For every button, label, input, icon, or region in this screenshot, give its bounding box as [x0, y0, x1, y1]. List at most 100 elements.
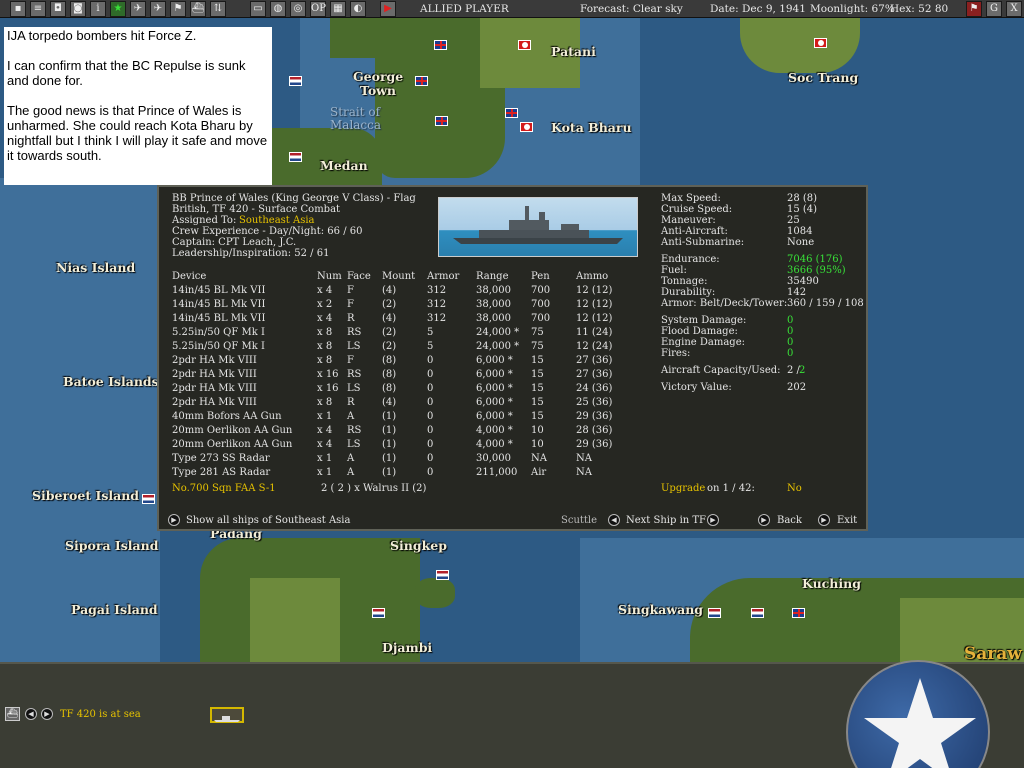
back-button[interactable]: Back — [777, 515, 802, 526]
city-singkep[interactable]: Singkep — [390, 538, 447, 553]
device-cell-dev: 14in/45 BL Mk VII — [172, 284, 266, 296]
cruise-speed-label: Cruise Speed: — [661, 204, 733, 215]
tonnage-label: Tonnage: — [661, 276, 708, 287]
uk-unit-icon[interactable] — [792, 608, 805, 618]
island-nias[interactable]: Nias Island — [56, 260, 135, 275]
col-face: Face — [347, 270, 371, 282]
table-row[interactable]: 40mm Bofors AA Gun x 1 A (1) 0 6,000 * 15 29 (3… — [172, 409, 636, 423]
exit-arrow-icon[interactable]: ▶ — [818, 514, 830, 526]
island-sipora[interactable]: Sipora Island — [65, 538, 158, 553]
bomber-icon[interactable]: ✈ — [150, 1, 166, 17]
nl-unit-icon[interactable] — [142, 494, 155, 504]
back-arrow-icon[interactable]: ▶ — [758, 514, 770, 526]
table-row[interactable]: 2pdr HA Mk VIII x 8 R (4) 0 6,000 * 15 25 (36) — [172, 395, 636, 409]
op-icon[interactable]: OP — [310, 1, 326, 17]
col-armor: Armor — [427, 270, 460, 282]
city-kota-bharu[interactable]: Kota Bharu — [551, 120, 632, 135]
city-kuching[interactable]: Kuching — [802, 576, 861, 591]
city-singkawang[interactable]: Singkawang — [618, 602, 703, 617]
nl-unit-icon[interactable] — [708, 608, 721, 618]
nl-unit-icon[interactable] — [289, 76, 302, 86]
table-row[interactable]: 5.25in/50 QF Mk I x 8 LS (2) 5 24,000 * 75 12 (… — [172, 339, 636, 353]
moon-icon[interactable]: ◐ — [350, 1, 366, 17]
nl-unit-icon[interactable] — [289, 152, 302, 162]
device-cell-pen: Air — [531, 466, 547, 478]
ships-icon[interactable]: ◙ — [70, 1, 86, 17]
city-soc-trang[interactable]: Soc Trang — [788, 70, 858, 85]
table-row[interactable]: 5.25in/50 QF Mk I x 8 RS (2) 5 24,000 * 75 11 (… — [172, 325, 636, 339]
upgrade-label[interactable]: Upgrade — [661, 483, 705, 494]
uk-unit-icon[interactable] — [415, 76, 428, 86]
train-icon[interactable]: ▭ — [250, 1, 266, 17]
island-batoe[interactable]: Batoe Islands — [63, 374, 159, 389]
table-icon[interactable]: ▦ — [330, 1, 346, 17]
table-row[interactable]: 14in/45 BL Mk VII x 4 F (4) 312 38,000 700 12 (… — [172, 283, 636, 297]
nl-unit-icon[interactable] — [436, 570, 449, 580]
city-sarawak[interactable]: Saraw — [964, 644, 1022, 662]
ship-thumbnail-icon — [214, 716, 240, 722]
device-cell-pen: 15 — [531, 396, 544, 408]
globe-icon[interactable]: ◍ — [270, 1, 286, 17]
armor-label: Armor: Belt/Deck/Tower: — [661, 298, 788, 309]
tf-ship-icon[interactable]: ⛴ — [5, 707, 20, 721]
device-cell-num: x 4 — [317, 284, 333, 296]
ship-small-icon[interactable]: ⛴ — [190, 1, 206, 17]
uk-unit-icon[interactable] — [435, 116, 448, 126]
next-tf-icon[interactable]: ▶ — [41, 708, 53, 720]
device-cell-num: x 8 — [317, 340, 333, 352]
device-cell-pen: 10 — [531, 438, 544, 450]
city-djambi[interactable]: Djambi — [382, 640, 432, 655]
assigned-command[interactable]: Southeast Asia — [239, 215, 315, 226]
sea-strait-of-malacca: Strait of Malacca — [330, 105, 382, 132]
x-button[interactable]: X — [1006, 1, 1022, 17]
report-icon[interactable]: ◘ — [50, 1, 66, 17]
table-row[interactable]: 14in/45 BL Mk VII x 4 R (4) 312 38,000 700 12 (… — [172, 311, 636, 325]
city-george-town[interactable]: George Town — [353, 70, 403, 98]
exit-button[interactable]: Exit — [837, 515, 857, 526]
flag-icon[interactable]: ⚑ — [170, 1, 186, 17]
base-icon[interactable]: ◎ — [290, 1, 306, 17]
table-row[interactable]: Type 281 AS Radar x 1 A (1) 0 211,000 Air NA — [172, 465, 636, 479]
show-all-arrow-icon[interactable]: ▶ — [168, 514, 180, 526]
island-siberoet[interactable]: Siberoet Island — [32, 488, 139, 503]
device-cell-dev: Type 273 SS Radar — [172, 452, 270, 464]
scuttle-button[interactable]: Scuttle — [561, 515, 597, 526]
table-row[interactable]: 14in/45 BL Mk VII x 2 F (2) 312 38,000 700 12 (… — [172, 297, 636, 311]
show-all-ships-button[interactable]: Show all ships of Southeast Asia — [186, 515, 350, 526]
captain[interactable]: Captain: CPT Leach, J.C. — [172, 237, 296, 248]
jp-unit-icon[interactable] — [814, 38, 827, 48]
table-row[interactable]: 2pdr HA Mk VIII x 8 F (8) 0 6,000 * 15 27 (36) — [172, 353, 636, 367]
nl-unit-icon[interactable] — [751, 608, 764, 618]
prev-ship-icon[interactable]: ◀ — [608, 514, 620, 526]
next-ship-button[interactable]: Next Ship in TF — [626, 515, 706, 526]
dock-icon[interactable]: ⚑ — [966, 1, 982, 17]
jp-unit-icon[interactable] — [518, 40, 531, 50]
city-patani[interactable]: Patani — [551, 44, 596, 59]
device-cell-pen: 15 — [531, 368, 544, 380]
next-ship-icon[interactable]: ▶ — [707, 514, 719, 526]
menu-icon[interactable]: ▪ — [10, 1, 26, 17]
engine-damage: 0 — [787, 337, 794, 348]
city-medan[interactable]: Medan — [320, 158, 368, 173]
list-icon[interactable]: ≡ — [30, 1, 46, 17]
nl-unit-icon[interactable] — [372, 608, 385, 618]
play-icon[interactable]: ▶ — [380, 1, 396, 17]
g-button[interactable]: G — [986, 1, 1002, 17]
table-row[interactable]: 2pdr HA Mk VIII x 16 LS (8) 0 6,000 * 15 24 (36… — [172, 381, 636, 395]
table-row[interactable]: 20mm Oerlikon AA Gun x 4 RS (1) 0 4,000 * 10 28… — [172, 423, 636, 437]
star-icon[interactable]: ★ — [110, 1, 126, 17]
uk-unit-icon[interactable] — [505, 108, 518, 118]
sort-icon[interactable]: ⇅ — [210, 1, 226, 17]
device-cell-armor: 5 — [427, 326, 434, 338]
table-row[interactable]: 20mm Oerlikon AA Gun x 4 LS (1) 0 4,000 * 10 29… — [172, 437, 636, 451]
prev-tf-icon[interactable]: ◀ — [25, 708, 37, 720]
table-row[interactable]: Type 273 SS Radar x 1 A (1) 0 30,000 NA NA — [172, 451, 636, 465]
jp-unit-icon[interactable] — [520, 122, 533, 132]
info-icon[interactable]: i — [90, 1, 106, 17]
tf-ship-thumbnail[interactable] — [210, 707, 244, 723]
uk-unit-icon[interactable] — [434, 40, 447, 50]
air-unit-link[interactable]: No.700 Sqn FAA S-1 — [172, 483, 276, 494]
table-row[interactable]: 2pdr HA Mk VIII x 16 RS (8) 0 6,000 * 15 27 (36… — [172, 367, 636, 381]
plane-icon[interactable]: ✈ — [130, 1, 146, 17]
island-pagai[interactable]: Pagai Island — [71, 602, 158, 617]
